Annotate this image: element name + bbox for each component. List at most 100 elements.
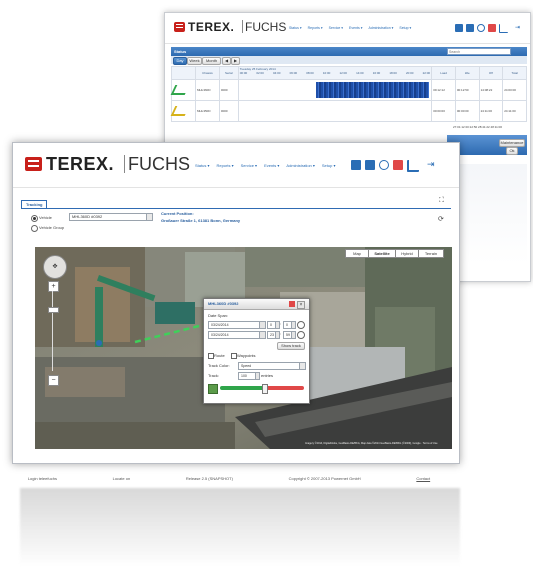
row-serial: 0000 (218, 100, 239, 122)
show-track-button[interactable]: Show track (277, 342, 305, 350)
track-count-field[interactable]: 100 (238, 372, 256, 380)
globe-icon[interactable] (477, 24, 485, 32)
table-row[interactable]: MHL350D 0000 00:00:00 00:00:00 24:11:00 24:… (170, 100, 527, 122)
menu-service[interactable]: Service ▾ (241, 163, 257, 168)
to-minute-stepper[interactable] (291, 331, 296, 339)
previous-button[interactable]: ◀ (222, 57, 231, 65)
track-unit: entries (261, 373, 274, 378)
timeline-bar (237, 100, 433, 122)
fullscreen-icon[interactable]: ⛶ (439, 197, 444, 205)
main-menu: Status ▾ Reports ▾ Service ▾ Events ▾ Ad… (195, 163, 335, 168)
menu-setup[interactable]: Setup ▾ (399, 26, 411, 30)
map-thumbnail-icon (208, 384, 218, 394)
menu-service[interactable]: Service ▾ (329, 26, 343, 30)
month-button[interactable]: Month (202, 57, 221, 65)
timeline-bar (237, 79, 433, 101)
wrench-icon[interactable] (393, 160, 403, 170)
document-icon[interactable] (466, 24, 474, 32)
chart-icon[interactable] (407, 160, 419, 172)
footer-copyright: Copyright © 2007-2013 Powernet GmbH (288, 475, 361, 481)
track-slider[interactable] (220, 384, 304, 394)
map-type-satellite[interactable]: Satellite (368, 249, 396, 258)
maintenance-button[interactable]: Maintenance (499, 139, 525, 147)
column-chassis: Chassis (194, 66, 220, 80)
menu-events[interactable]: Events ▾ (264, 163, 279, 168)
footer-contact[interactable]: Contact (416, 476, 430, 481)
menu-administration[interactable]: Administration ▾ (368, 26, 393, 30)
clock-icon[interactable] (297, 331, 305, 339)
chevron-down-icon (146, 214, 152, 220)
calendar-icon[interactable] (259, 331, 266, 339)
zoom-out-icon[interactable]: − (48, 375, 59, 386)
wrench-icon[interactable] (488, 24, 496, 32)
zoom-slider-handle[interactable] (48, 307, 59, 313)
status-table: Chassis Serial Tuesday 25 February 2014 … (170, 66, 527, 122)
logout-icon[interactable]: ⇥ (427, 158, 441, 170)
from-date-field[interactable]: 03/24/2014 (208, 321, 260, 329)
search-input[interactable] (447, 48, 511, 55)
machine-icon[interactable] (351, 160, 361, 170)
vehicle-radio[interactable] (31, 215, 38, 222)
chevron-down-icon (299, 363, 305, 369)
refresh-icon[interactable]: ⟳ (438, 215, 444, 223)
document-icon[interactable] (365, 160, 375, 170)
time-separator: : (280, 331, 282, 336)
menu-status[interactable]: Status ▾ (289, 26, 302, 30)
row-chassis: MHL360D (194, 79, 220, 101)
track-slider-handle[interactable] (261, 384, 268, 394)
next-button[interactable]: ▶ (231, 57, 240, 65)
menu-reports[interactable]: Reports ▾ (308, 26, 323, 30)
machine-icon[interactable] (455, 24, 463, 32)
footer-locate[interactable]: Locate on (113, 476, 131, 481)
vehicle-group-radio[interactable] (31, 225, 38, 232)
map-type-terrain[interactable]: Terrain (418, 249, 444, 258)
table-row[interactable]: MHL360D 0000 09:12:12 00:12:50 14:08:22 24:… (170, 79, 527, 101)
zoom-in-icon[interactable]: + (48, 281, 59, 292)
tracking-window: TEREX. FUCHS Status ▾ Reports ▾ Service … (12, 142, 460, 464)
map-type-map[interactable]: Map (345, 249, 369, 258)
vehicle-marker-icon[interactable] (96, 340, 102, 346)
map-attribution: Imagery ©2014, DigitalGlobe, GeoBasis-DE… (305, 442, 438, 445)
chart-icon[interactable] (499, 24, 508, 33)
pan-control-icon[interactable]: ✥ (43, 255, 67, 279)
logout-icon[interactable]: ⇥ (515, 24, 523, 32)
column-serial: Serial (218, 66, 239, 80)
panel-title: Status (174, 49, 187, 54)
timeline-header: Tuesday 25 February 2014 00:00 02:00 04:00… (237, 66, 433, 80)
menu-status[interactable]: Status ▾ (195, 163, 209, 168)
waypoints-label: Waypoints (237, 353, 256, 358)
day-button[interactable]: Day (173, 57, 187, 65)
clock-icon[interactable] (297, 321, 305, 329)
window-reflection (20, 488, 460, 567)
calendar-icon[interactable] (259, 321, 266, 329)
from-minute-stepper[interactable] (291, 321, 296, 329)
vehicle-select[interactable]: MHL360D #0392 (69, 213, 153, 221)
close-icon[interactable]: × (297, 301, 305, 309)
column-total: Total (502, 66, 527, 80)
brand-name: TEREX. (46, 154, 115, 174)
menu-reports[interactable]: Reports ▾ (216, 163, 233, 168)
globe-icon[interactable] (379, 160, 389, 170)
to-date-field[interactable]: 03/24/2014 (208, 331, 260, 339)
crane-icon (170, 106, 190, 116)
vehicle-radio-label: Vehicle (39, 215, 52, 220)
totals-summary: 27:01:12 00:12:50 28:41:22 48:11:00 (453, 125, 502, 129)
menu-administration[interactable]: Administration ▾ (286, 163, 314, 168)
menu-setup[interactable]: Setup ▾ (322, 163, 336, 168)
ok-button[interactable]: Ok (506, 147, 518, 155)
zoom-slider-track[interactable] (52, 291, 53, 371)
track-count-stepper[interactable] (255, 372, 260, 380)
tab-bar: Tracking (21, 200, 451, 209)
tab-tracking[interactable]: Tracking (21, 200, 48, 208)
header: TEREX. FUCHS Status ▾ Reports ▾ Service … (165, 13, 530, 44)
menu-events[interactable]: Events ▾ (349, 26, 362, 30)
track-color-select[interactable]: Speed (238, 362, 306, 370)
popup-title: MHL360D #0392 (208, 301, 239, 306)
week-button[interactable]: Week (187, 57, 202, 65)
route-label: Route (214, 353, 225, 358)
map-type-hybrid[interactable]: Hybrid (395, 249, 419, 258)
side-panel (452, 164, 527, 264)
popup-edit-icon[interactable] (289, 301, 295, 307)
column-off: Off (478, 66, 504, 80)
brand-name-secondary: FUCHS (245, 20, 287, 34)
